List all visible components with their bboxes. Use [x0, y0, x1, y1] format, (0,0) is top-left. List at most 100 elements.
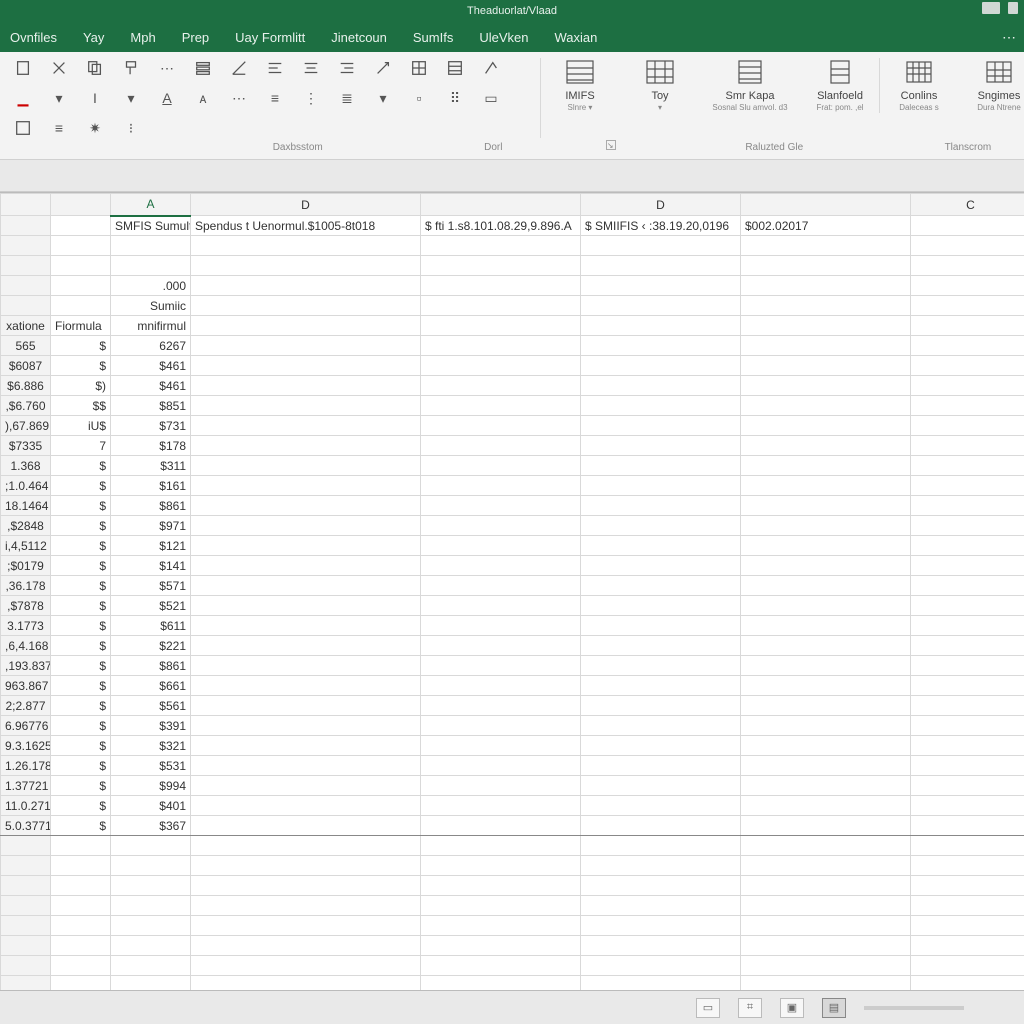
- cell[interactable]: [421, 776, 581, 796]
- cell[interactable]: $971: [111, 516, 191, 536]
- cell[interactable]: [581, 796, 741, 816]
- col-header-pre[interactable]: [51, 194, 111, 216]
- cell[interactable]: 6.96776: [1, 716, 51, 736]
- cell[interactable]: [51, 856, 111, 876]
- cell[interactable]: $ fti 1.s8.101.08.29,9.896.A: [421, 216, 581, 236]
- cell[interactable]: [51, 956, 111, 976]
- cell[interactable]: [911, 436, 1024, 456]
- cell[interactable]: $: [51, 756, 111, 776]
- cell[interactable]: $: [51, 356, 111, 376]
- cell[interactable]: $: [51, 776, 111, 796]
- cell[interactable]: [741, 816, 911, 836]
- cell[interactable]: [191, 436, 421, 456]
- cell[interactable]: [111, 976, 191, 991]
- cell[interactable]: [581, 456, 741, 476]
- cell[interactable]: [421, 476, 581, 496]
- table-row[interactable]: 1.37721$$994: [1, 776, 1024, 796]
- cell[interactable]: [191, 416, 421, 436]
- cell[interactable]: [421, 696, 581, 716]
- cell[interactable]: [421, 556, 581, 576]
- number-format-icon[interactable]: ⋮: [300, 88, 322, 108]
- insert-icon[interactable]: ⁝: [120, 118, 142, 138]
- italic-icon[interactable]: [192, 58, 214, 78]
- cell[interactable]: [191, 976, 421, 991]
- cell[interactable]: ,$7878: [1, 596, 51, 616]
- cell[interactable]: [1, 856, 51, 876]
- cell[interactable]: [911, 356, 1024, 376]
- cell[interactable]: [911, 396, 1024, 416]
- decimal-inc-icon[interactable]: ⠿: [444, 88, 466, 108]
- cell[interactable]: [911, 916, 1024, 936]
- cell[interactable]: [741, 916, 911, 936]
- cell[interactable]: ;$0179: [1, 556, 51, 576]
- cell[interactable]: [421, 256, 581, 276]
- cell[interactable]: [1, 976, 51, 991]
- col-header-blank1[interactable]: [421, 194, 581, 216]
- cell[interactable]: [741, 296, 911, 316]
- cell[interactable]: [741, 396, 911, 416]
- cell[interactable]: [741, 796, 911, 816]
- cell[interactable]: [111, 256, 191, 276]
- cell[interactable]: [741, 236, 911, 256]
- cell[interactable]: [51, 896, 111, 916]
- cell[interactable]: 6267: [111, 336, 191, 356]
- cell[interactable]: [191, 836, 421, 856]
- cell[interactable]: [191, 236, 421, 256]
- cell[interactable]: [421, 656, 581, 676]
- cell[interactable]: [581, 936, 741, 956]
- cell[interactable]: [111, 836, 191, 856]
- table-row[interactable]: 5.0.3771$$367: [1, 816, 1024, 836]
- menu-tab-mph[interactable]: Mph: [130, 30, 155, 45]
- cell[interactable]: [741, 936, 911, 956]
- cell[interactable]: 18.1464: [1, 496, 51, 516]
- cell[interactable]: $: [51, 576, 111, 596]
- cell[interactable]: [1, 896, 51, 916]
- menu-tab-prep[interactable]: Prep: [182, 30, 209, 45]
- cell[interactable]: [421, 796, 581, 816]
- cell[interactable]: [911, 496, 1024, 516]
- cell[interactable]: $7335: [1, 436, 51, 456]
- dialog-launcher-icon[interactable]: ↘: [606, 140, 616, 150]
- cell[interactable]: [191, 796, 421, 816]
- cell[interactable]: [421, 596, 581, 616]
- cell[interactable]: [421, 396, 581, 416]
- cell[interactable]: $: [51, 796, 111, 816]
- cell[interactable]: [741, 556, 911, 576]
- cell[interactable]: [51, 236, 111, 256]
- cell[interactable]: [1, 236, 51, 256]
- cell[interactable]: [911, 876, 1024, 896]
- cell[interactable]: [191, 556, 421, 576]
- cell[interactable]: 1.368: [1, 456, 51, 476]
- cell[interactable]: [911, 236, 1024, 256]
- cell[interactable]: $: [51, 336, 111, 356]
- cell[interactable]: $121: [111, 536, 191, 556]
- cell[interactable]: [581, 336, 741, 356]
- cell[interactable]: [191, 376, 421, 396]
- bold-icon[interactable]: ⋯: [156, 58, 178, 78]
- cell[interactable]: [911, 856, 1024, 876]
- paste-icon[interactable]: [12, 58, 34, 78]
- cell[interactable]: [421, 316, 581, 336]
- cell[interactable]: $6.886: [1, 376, 51, 396]
- cell[interactable]: [191, 456, 421, 476]
- cell[interactable]: [911, 316, 1024, 336]
- conditional-format-icon[interactable]: [12, 118, 34, 138]
- cell[interactable]: Sumiic: [111, 296, 191, 316]
- cell[interactable]: $161: [111, 476, 191, 496]
- cell[interactable]: [911, 296, 1024, 316]
- col-header-d1[interactable]: D: [191, 194, 421, 216]
- cell[interactable]: $861: [111, 656, 191, 676]
- cell[interactable]: $521: [111, 596, 191, 616]
- zoom-slider[interactable]: [864, 1006, 964, 1010]
- cell[interactable]: $: [51, 596, 111, 616]
- cell[interactable]: $ SMIIFIS ‹ :38.19.20,0196: [581, 216, 741, 236]
- col-header-c[interactable]: C: [911, 194, 1024, 216]
- cell[interactable]: [111, 956, 191, 976]
- orientation-icon[interactable]: [480, 58, 502, 78]
- cell[interactable]: [911, 636, 1024, 656]
- cell[interactable]: $: [51, 616, 111, 636]
- table-row[interactable]: [1, 856, 1024, 876]
- cell[interactable]: [741, 716, 911, 736]
- cell[interactable]: [581, 516, 741, 536]
- menu-tab-jinetcoun[interactable]: Jinetcoun: [331, 30, 387, 45]
